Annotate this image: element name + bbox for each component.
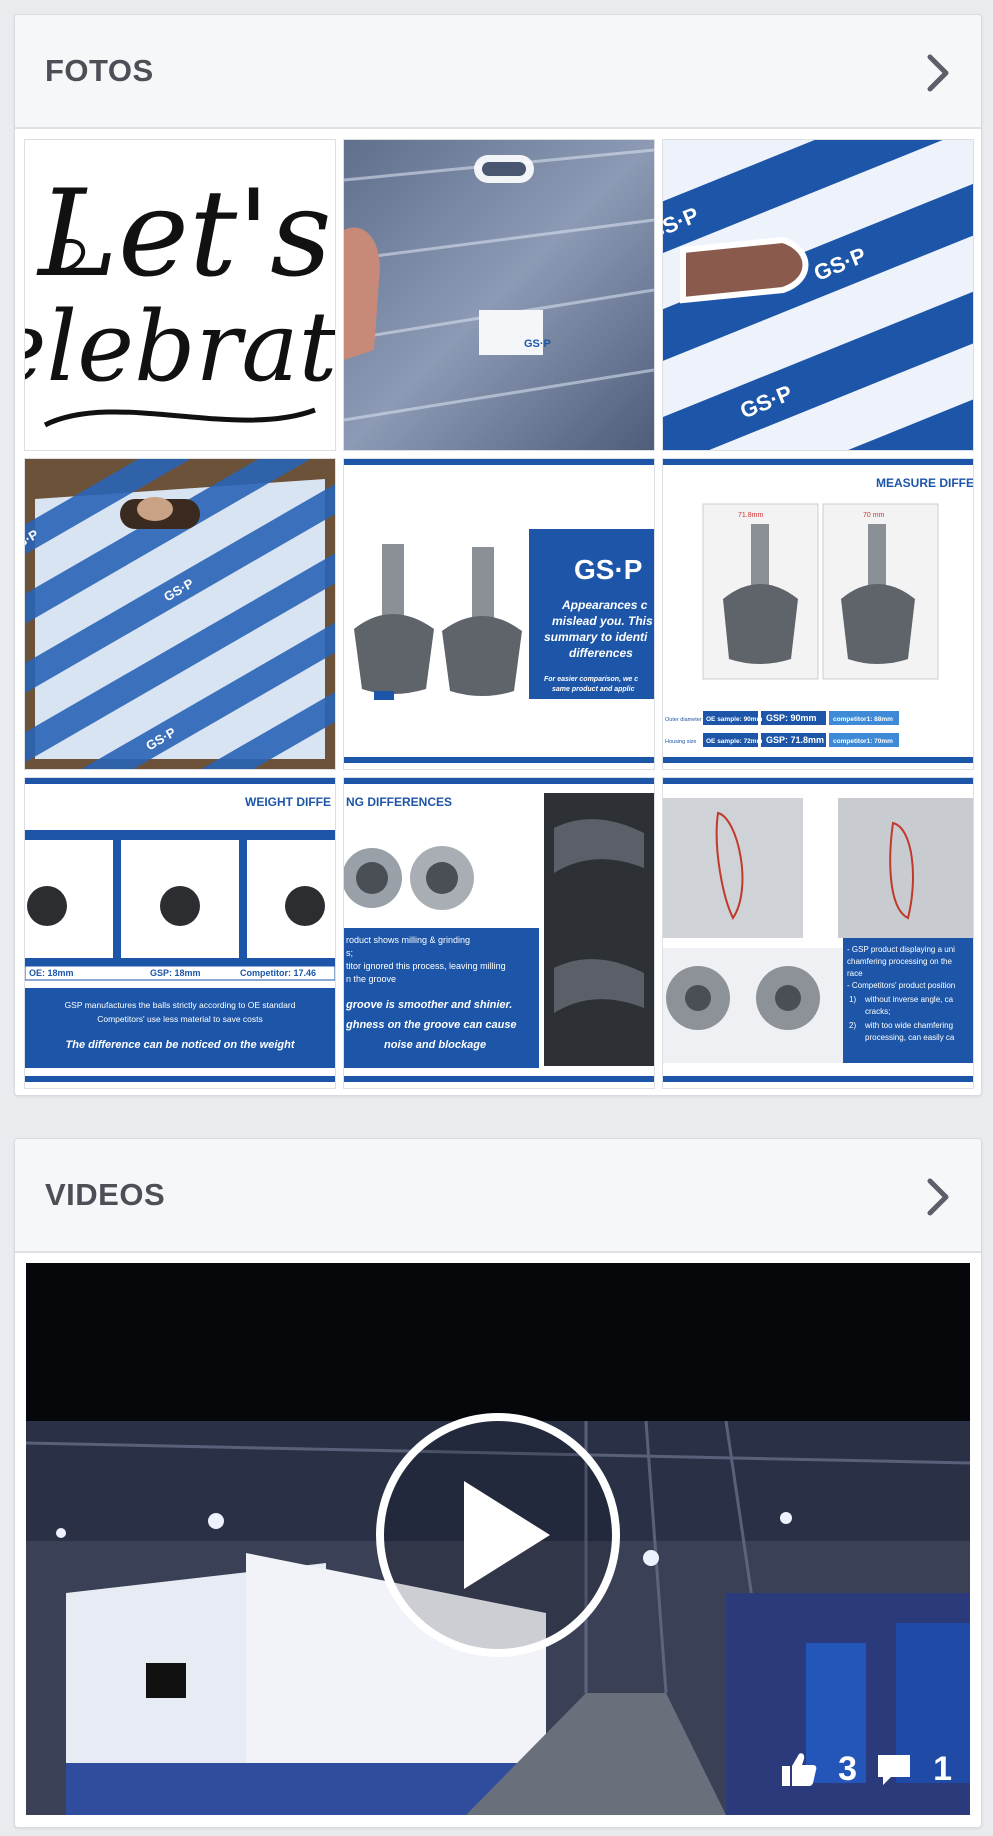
photo-caption: OE: 18mm: [29, 968, 74, 978]
photo-caption: Competitors' use less material to save c…: [97, 1014, 263, 1024]
photo-tile-weight-differences[interactable]: WEIGHT DIFFE OE: 18mm GSP: 18mm Competit…: [24, 777, 336, 1089]
weight-differences-slide-image: WEIGHT DIFFE OE: 18mm GSP: 18mm Competit…: [25, 778, 335, 1088]
gsp-bag-closeup-image: GS·P GS·P GS·P: [663, 140, 973, 450]
photo-caption: summary to identi: [544, 630, 648, 644]
photo-caption: Appearances c: [561, 598, 648, 612]
comment-icon: [878, 1755, 911, 1785]
comment-count: 1: [933, 1749, 952, 1788]
photo-caption: GSP: 18mm: [150, 968, 201, 978]
appearances-slide-image: GS·P Appearances c mislead you. This sum…: [344, 459, 654, 769]
photo-caption: titor ignored this process, leaving mill…: [346, 961, 506, 971]
photo-tile-measure-differences[interactable]: MEASURE DIFFE 71.8mm 70 mm OE sample: 90…: [662, 458, 974, 770]
photo-tile-gsp-bag-hand[interactable]: GS·P GS·P GS·P: [24, 458, 336, 770]
photos-title: FOTOS: [45, 53, 154, 88]
photo-caption: differences: [569, 646, 633, 660]
photo-caption: Housing size: [665, 739, 697, 745]
photo-caption: noise and blockage: [384, 1039, 486, 1051]
like-count: 3: [838, 1749, 858, 1788]
photo-caption: chamfering processing on the: [847, 957, 953, 966]
video-stats: 3 1: [780, 1749, 952, 1789]
photo-tile-gsp-bag-closeup[interactable]: GS·P GS·P GS·P: [662, 139, 974, 451]
photo-caption: 2): [849, 1021, 856, 1030]
photo-caption: race: [847, 969, 863, 978]
video-thumbnail[interactable]: 3 1: [26, 1263, 970, 1815]
photo-caption: competitor1: 88mm: [833, 716, 893, 723]
photo-caption: cracks;: [865, 1007, 890, 1016]
chevron-right-icon[interactable]: [925, 1177, 951, 1217]
photo-caption: GSP: 90mm: [766, 713, 817, 723]
photos-section: FOTOS Let's celebrate: [14, 14, 982, 1096]
photo-caption: Let's: [36, 165, 332, 304]
play-icon[interactable]: [374, 1411, 622, 1659]
photo-caption: GS·P: [524, 338, 551, 350]
chevron-right-icon[interactable]: [925, 53, 951, 93]
photo-tile-grinding-differences[interactable]: NG DIFFERENCES roduct shows milling & gr…: [343, 777, 655, 1089]
photo-caption: without inverse angle, ca: [864, 995, 954, 1004]
comment-stat[interactable]: 1: [875, 1750, 952, 1789]
videos-section: VIDEOS 3 1: [14, 1138, 982, 1828]
photo-caption: - Competitors' product position: [847, 981, 955, 990]
photo-caption: MEASURE DIFFE: [876, 476, 973, 490]
thumbs-up-icon: [782, 1753, 817, 1786]
photo-tile-celebrate[interactable]: Let's celebrate: [24, 139, 336, 451]
photo-caption: OE sample: 72mm: [706, 738, 763, 745]
photo-caption: 70 mm: [863, 512, 885, 519]
photo-caption: groove is smoother and shinier.: [345, 999, 512, 1011]
photo-caption: GS·P: [574, 554, 642, 585]
photo-caption: Competitor: 17.46: [240, 968, 316, 978]
photo-caption: celebrate: [25, 291, 335, 403]
grinding-differences-slide-image: NG DIFFERENCES roduct shows milling & gr…: [344, 778, 654, 1088]
photo-caption: processing, can easily ca: [865, 1033, 955, 1042]
photo-caption: For easier comparison, we c: [544, 676, 638, 683]
photo-caption: 1): [849, 995, 856, 1004]
celebrate-lettering-image: Let's celebrate: [25, 140, 335, 450]
measure-differences-slide-image: MEASURE DIFFE 71.8mm 70 mm OE sample: 90…: [663, 459, 973, 769]
photo-caption: n the groove: [346, 974, 396, 984]
photo-caption: The difference can be noticed on the wei…: [66, 1039, 296, 1051]
photo-caption: WEIGHT DIFFE: [245, 795, 331, 809]
like-stat[interactable]: 3: [780, 1750, 857, 1789]
videos-header[interactable]: VIDEOS: [15, 1139, 981, 1253]
photo-tile-chamfering[interactable]: - GSP product displaying a uni chamferin…: [662, 777, 974, 1089]
photo-caption: roduct shows milling & grinding: [346, 935, 470, 945]
photo-caption: same product and applic: [552, 686, 635, 693]
videos-title: VIDEOS: [45, 1177, 166, 1212]
photo-caption: ghness on the groove can cause: [345, 1019, 517, 1031]
photo-caption: NG DIFFERENCES: [346, 795, 452, 809]
photo-caption: 71.8mm: [738, 512, 763, 519]
photo-caption: GSP: 71.8mm: [766, 735, 824, 745]
photo-caption: Outer diameter: [665, 717, 702, 723]
photo-caption: competitor1: 70mm: [833, 738, 893, 745]
photo-caption: with too wide chamfering: [864, 1021, 953, 1030]
photo-tile-clear-bag[interactable]: GS·P: [343, 139, 655, 451]
photo-caption: s;: [346, 948, 353, 958]
photo-caption: OE sample: 90mm: [706, 716, 763, 723]
chamfering-slide-image: - GSP product displaying a uni chamferin…: [663, 778, 973, 1088]
photo-caption: - GSP product displaying a uni: [847, 945, 955, 954]
photos-header[interactable]: FOTOS: [15, 15, 981, 129]
photo-tile-appearances[interactable]: GS·P Appearances c mislead you. This sum…: [343, 458, 655, 770]
photo-caption: GSP manufactures the balls strictly acco…: [65, 1000, 296, 1010]
gsp-bag-hand-image: GS·P GS·P GS·P: [25, 459, 335, 769]
clear-bag-image: GS·P: [344, 140, 654, 450]
photo-caption: mislead you. This: [552, 614, 653, 628]
